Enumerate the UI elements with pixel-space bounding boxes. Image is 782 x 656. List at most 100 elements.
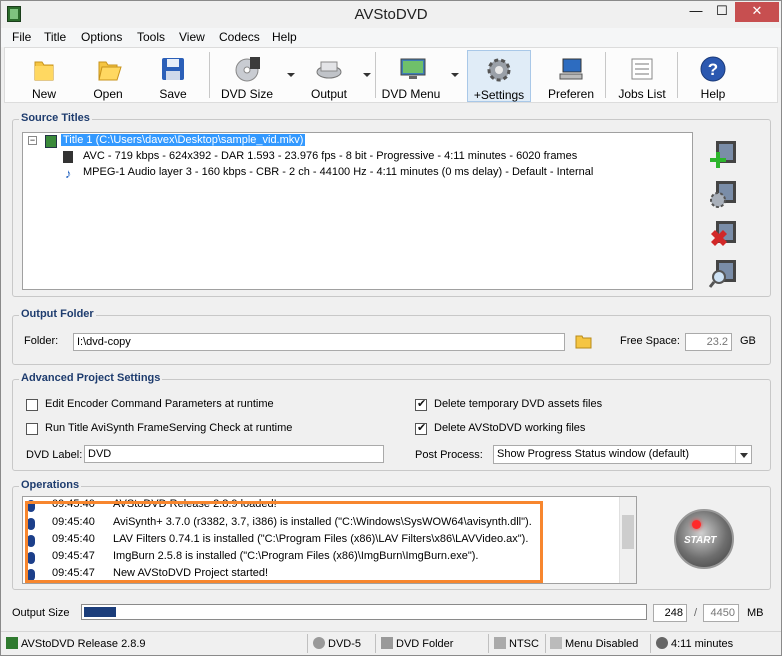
maximize-button[interactable]: ☐ [709,2,735,22]
settings-label: +Settings [473,88,525,102]
status-dvd-folder: DVD Folder [381,637,453,650]
status-menu-text: Menu Disabled [565,638,639,650]
tree-collapse-toggle[interactable]: − [28,136,37,145]
title-bar: AVStoDVD — ☐ ✕ [1,1,781,27]
post-process-label: Post Process: [415,449,483,461]
film-icon [45,135,57,148]
dvd-size-label: DVD Size [220,87,273,101]
edit-encoder-checkbox[interactable] [26,399,38,411]
dvd-disc-icon [235,57,260,82]
folder-input[interactable]: I:\dvd-copy [73,333,565,351]
new-button[interactable]: New [19,50,69,102]
remove-title-icon[interactable] [708,218,740,250]
menu-file[interactable]: File [12,30,31,44]
drive-icon [381,637,393,649]
dvd-menu-label: DVD Menu [381,87,441,101]
close-button[interactable]: ✕ [735,2,779,22]
output-size-label: Output Size [12,607,70,619]
free-space-label: Free Space: [620,335,680,347]
delete-temp-label: Delete temporary DVD assets files [434,398,603,410]
status-separator [375,634,376,653]
free-space-unit: GB [740,335,756,347]
video-track-icon [63,151,73,163]
chevron-down-icon[interactable] [735,446,751,463]
menu-codecs[interactable]: Codecs [219,30,260,44]
source-titles-legend: Source Titles [19,112,92,124]
status-dvd-type: DVD-5 [313,637,361,650]
open-label: Open [93,87,123,101]
dvd-menu-dropdown-icon[interactable] [451,73,459,77]
edit-encoder-label: Edit Encoder Command Parameters at runti… [45,398,274,410]
toolbar-separator [677,52,678,98]
output-button[interactable]: Output [301,50,371,102]
status-dvd-folder-text: DVD Folder [396,638,454,650]
title-settings-icon[interactable] [708,178,740,210]
delete-temp-checkbox[interactable] [415,397,427,411]
menu-icon [550,637,562,649]
browse-folder-icon[interactable] [575,333,593,349]
output-size-max: 4450 [703,604,739,622]
status-menu: Menu Disabled [550,637,638,650]
delete-working-checkbox[interactable] [415,421,427,435]
menu-help[interactable]: Help [272,30,297,44]
help-button[interactable]: ? Help [689,50,737,102]
dvd-size-button[interactable]: DVD Size [217,50,295,102]
menu-options[interactable]: Options [81,30,122,44]
highlight-box [25,501,543,583]
jobs-list-button[interactable]: Jobs List [613,50,671,102]
menu-view[interactable]: View [179,30,205,44]
preferences-label: Preferen [547,87,595,101]
save-label: Save [159,87,187,101]
main-window: AVStoDVD — ☐ ✕ File Title Options Tools … [0,0,782,656]
run-avisynth-checkbox[interactable] [26,423,38,435]
clock-icon [656,637,668,649]
title-1-node[interactable]: Title 1 (C:\Users\davex\Desktop\sample_v… [61,134,306,150]
toolbar-separator [209,52,210,98]
video-track-node[interactable]: AVC - 719 kbps - 624x392 - DAR 1.593 - 2… [83,150,577,166]
source-titles-tree[interactable]: − Title 1 (C:\Users\davex\Desktop\sample… [22,132,693,290]
preview-title-icon[interactable] [708,257,740,289]
window-title: AVStoDVD [354,6,428,23]
post-process-value: Show Progress Status window (default) [497,448,689,460]
new-label: New [31,87,56,101]
output-label: Output [310,87,348,101]
film-icon [6,637,18,649]
scrollbar-thumb[interactable] [622,515,634,549]
run-avisynth-label: Run Title AviSynth FrameServing Check at… [45,422,293,434]
start-label: START [684,535,717,546]
help-label: Help [700,87,726,101]
output-dropdown-icon[interactable] [363,73,371,77]
audio-track-node[interactable]: MPEG-1 Audio layer 3 - 160 kbps - CBR - … [83,166,593,182]
dvd-menu-button[interactable]: DVD Menu [381,50,459,102]
menu-title[interactable]: Title [44,30,66,44]
post-process-select[interactable]: Show Progress Status window (default) [493,445,752,464]
dvd-label-label: DVD Label: [26,449,83,461]
status-standard-text: NTSC [509,638,539,650]
log-scrollbar[interactable] [619,497,636,583]
dvd-label-input[interactable]: DVD [84,445,384,463]
status-standard: NTSC [494,637,539,650]
add-title-icon[interactable] [708,138,740,170]
minimize-button[interactable]: — [683,2,709,22]
title-1-label: Title 1 (C:\Users\davex\Desktop\sample_v… [61,134,306,146]
save-button[interactable]: Save [148,50,198,102]
dvd-size-dropdown-icon[interactable] [287,73,295,77]
open-button[interactable]: Open [83,50,133,102]
status-separator [307,634,308,653]
preferences-button[interactable]: Preferen [542,50,600,102]
progress-fill [84,607,116,617]
help-icon: ? [700,56,726,82]
menu-bar: File Title Options Tools View Codecs Hel… [1,28,781,47]
new-folder-icon [34,61,54,81]
jobs-list-label: Jobs List [618,87,666,101]
menu-tools[interactable]: Tools [137,30,165,44]
output-folder-legend: Output Folder [19,308,96,320]
toolbar: New Open Save DVD Size Output DVD Menu +… [4,47,778,103]
floppy-disk-icon [162,58,184,80]
output-size-progress [81,604,647,620]
settings-button[interactable]: +Settings [467,50,531,102]
monitor-icon [400,58,426,79]
output-drive-icon [316,61,342,79]
start-button[interactable]: START [674,509,734,569]
output-size-current: 248 [653,604,687,622]
